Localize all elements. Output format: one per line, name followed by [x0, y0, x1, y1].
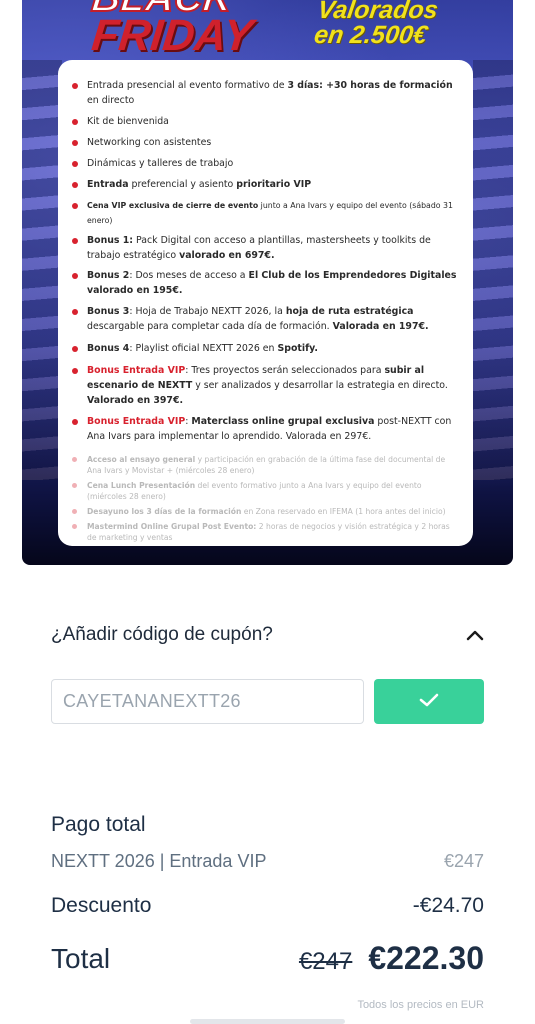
discount-value: -€24.70 — [412, 894, 484, 917]
line-item-price: €247 — [443, 851, 484, 871]
benefit-text: Valorada en 197€. — [332, 321, 429, 332]
benefits-card: Entrada presencial al evento formativo d… — [58, 60, 473, 546]
benefit-text: Bonus 3 — [87, 306, 130, 317]
benefit-item: Mastermind Online Grupal Post Evento: 2 … — [72, 521, 459, 543]
benefit-item: Bonus 2: Dos meses de acceso a El Club d… — [72, 268, 459, 298]
valued-line2: en 2.500€ — [312, 21, 429, 49]
promo-banner: BLACK FRIDAY Valorados en 2.500€ Entrada… — [22, 0, 513, 565]
benefit-item: Cena Lunch Presentación del evento forma… — [72, 480, 459, 502]
benefit-text: Bonus 2 — [87, 270, 130, 281]
black-friday-logo: BLACK FRIDAY — [89, 0, 256, 60]
benefit-item: Dinámicas y talleres de trabajo — [72, 156, 459, 171]
benefit-text: 3 días: +30 horas de formación — [287, 80, 453, 91]
benefit-text: preferencial y asiento — [128, 179, 237, 190]
benefit-text: : Hoja de Trabajo NEXTT 2026, la — [129, 306, 286, 317]
benefit-text: Cena Lunch Presentación — [87, 481, 196, 490]
benefit-item: Bonus Entrada VIP: Tres proyectos serán … — [72, 363, 459, 408]
benefit-text: Bonus 1: — [87, 235, 134, 246]
benefit-item: Entrada preferencial y asiento prioritar… — [72, 177, 459, 192]
benefit-text: Valorado en 397€. — [87, 395, 184, 406]
coupon-code-input[interactable] — [51, 679, 364, 724]
apply-coupon-button[interactable] — [374, 679, 484, 724]
discount-label: Descuento — [51, 894, 152, 917]
benefit-text: en Zona reservado en IFEMA (1 hora antes… — [241, 507, 446, 516]
total-final-price: €222.30 — [368, 940, 484, 976]
benefit-text: hoja de ruta estratégica — [285, 306, 414, 317]
benefit-item: Networking con asistentes — [72, 135, 459, 150]
benefit-text: prioritario VIP — [236, 179, 312, 190]
benefit-item: Bonus Entrada VIP: Materclass online gru… — [72, 414, 459, 444]
benefit-text: Desayuno los 3 días de la formación — [87, 507, 242, 516]
line-item-label: NEXTT 2026 | Entrada VIP — [51, 851, 267, 871]
line-item-row: NEXTT 2026 | Entrada VIP €247 — [51, 851, 484, 872]
benefit-text: Entrada — [87, 179, 129, 190]
benefit-item: Acceso al ensayo general y participación… — [72, 454, 459, 476]
crowd-background-left — [22, 60, 62, 480]
benefit-text: : Playlist oficial NEXTT 2026 en — [129, 343, 278, 354]
total-label: Total — [51, 942, 111, 974]
currency-note: Todos los precios en EUR — [357, 999, 484, 1011]
benefit-item: Desayuno los 3 días de la formación en Z… — [72, 506, 459, 517]
valued-badge: Valorados en 2.500€ — [312, 0, 479, 49]
total-row: Total €247 €222.30 — [51, 940, 484, 977]
bottom-sheet-handle[interactable] — [190, 1019, 345, 1024]
benefit-text: Bonus Entrada VIP — [87, 416, 186, 427]
summary-title: Pago total — [51, 813, 146, 836]
benefit-text: Kit de bienvenida — [87, 116, 169, 127]
benefit-text: : Dos meses de acceso a — [129, 270, 249, 281]
benefit-item: Bonus 1: Pack Digital con acceso a plant… — [72, 233, 459, 263]
benefit-text: Cena VIP exclusiva de cierre de evento — [87, 201, 259, 210]
benefit-text: y ser analizados y desarrollar la estrat… — [192, 380, 448, 391]
benefit-item: Bonus 3: Hoja de Trabajo NEXTT 2026, la … — [72, 304, 459, 334]
benefit-text: valorado en 697€. — [179, 250, 275, 261]
coupon-toggle-label: ¿Añadir código de cupón? — [51, 624, 273, 645]
benefit-text: Bonus 4 — [87, 343, 130, 354]
chevron-up-icon[interactable] — [465, 625, 485, 645]
benefit-text: Materclass online grupal exclusiva — [191, 416, 375, 427]
benefit-text: : Tres proyectos serán seleccionados par… — [185, 365, 385, 376]
check-icon — [418, 692, 440, 711]
total-original-price: €247 — [298, 948, 353, 975]
benefit-item: Kit de bienvenida — [72, 114, 459, 129]
benefit-text: Mastermind Online Grupal Post Evento: — [87, 522, 257, 531]
benefit-text: Spotify. — [277, 343, 318, 354]
benefit-item: Cena VIP exclusiva de cierre de evento j… — [72, 198, 459, 228]
benefits-list: Entrada presencial al evento formativo d… — [72, 78, 459, 543]
benefit-text: Acceso al ensayo general — [87, 455, 196, 464]
benefit-item: Bonus 4: Playlist oficial NEXTT 2026 en … — [72, 341, 459, 356]
benefit-text: descargable para completar cada día de f… — [87, 321, 333, 332]
black-friday-line2: FRIDAY — [89, 11, 256, 60]
benefit-text: Dinámicas y talleres de trabajo — [87, 158, 234, 169]
benefit-text: Networking con asistentes — [87, 137, 212, 148]
crowd-background-right — [473, 60, 513, 480]
coupon-toggle[interactable]: ¿Añadir código de cupón? — [51, 620, 485, 650]
valued-line1: Valorados — [315, 0, 440, 24]
benefit-text: Bonus Entrada VIP — [87, 365, 186, 376]
benefit-item: Entrada presencial al evento formativo d… — [72, 78, 459, 108]
total-amounts: €247 €222.30 — [299, 940, 484, 977]
benefit-text: Entrada presencial al evento formativo d… — [87, 80, 288, 91]
discount-row: Descuento -€24.70 — [51, 894, 484, 918]
benefit-text: en directo — [87, 95, 135, 106]
